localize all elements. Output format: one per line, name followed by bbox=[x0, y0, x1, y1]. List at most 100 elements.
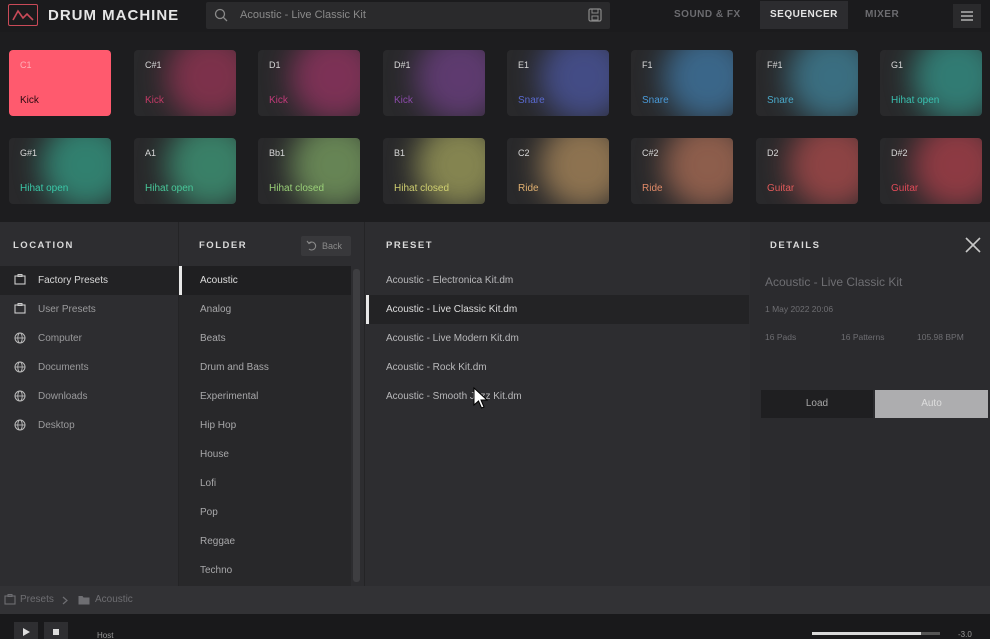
search-icon bbox=[214, 8, 228, 22]
pad-sound-name: Hihat open bbox=[20, 183, 69, 194]
details-header: DETAILS bbox=[770, 240, 821, 251]
pad[interactable]: C#1 Kick bbox=[134, 50, 236, 116]
folder-item[interactable]: Hip Hop bbox=[179, 411, 351, 440]
pad-glow bbox=[41, 138, 111, 204]
pad-sound-name: Hihat closed bbox=[269, 183, 325, 194]
folder-item[interactable]: Techno bbox=[179, 556, 351, 585]
pad-glow bbox=[290, 138, 360, 204]
pad[interactable]: G1 Hihat open bbox=[880, 50, 982, 116]
search-input[interactable]: Acoustic - Live Classic Kit bbox=[240, 9, 366, 21]
tab-sequencer[interactable]: SEQUENCER bbox=[760, 1, 848, 29]
pad-note: C2 bbox=[518, 148, 530, 158]
folder-item[interactable]: Pop bbox=[179, 498, 351, 527]
breadcrumb-presets[interactable]: Presets bbox=[20, 594, 54, 605]
folder-item[interactable]: Acoustic bbox=[179, 266, 351, 295]
folder-item[interactable]: House bbox=[179, 440, 351, 469]
pad-sound-name: Kick bbox=[394, 95, 413, 106]
pad-glow bbox=[663, 50, 733, 116]
pad-sound-name: Guitar bbox=[767, 183, 795, 194]
pad-glow bbox=[788, 50, 858, 116]
close-icon[interactable] bbox=[964, 236, 982, 254]
load-button[interactable]: Load bbox=[761, 390, 873, 418]
pad-sound-name: Hihat open bbox=[145, 183, 194, 194]
pad[interactable]: D#1 Kick bbox=[383, 50, 485, 116]
details-date: 1 May 2022 20:06 bbox=[765, 304, 834, 314]
preset-label: Acoustic - Electronica Kit.dm bbox=[386, 275, 514, 286]
preset-item[interactable]: Acoustic - Live Classic Kit.dm bbox=[366, 295, 749, 324]
pad[interactable]: B1 Hihat closed bbox=[383, 138, 485, 204]
auto-button[interactable]: Auto bbox=[875, 390, 988, 418]
back-button[interactable]: Back bbox=[301, 236, 351, 256]
factory-presets-icon bbox=[14, 274, 26, 285]
pad[interactable]: D2 Guitar bbox=[756, 138, 858, 204]
folder-label: Reggae bbox=[200, 536, 236, 547]
pad-note: F1 bbox=[642, 60, 653, 70]
pad-sound-name: Guitar bbox=[891, 183, 919, 194]
location-item[interactable]: User Presets bbox=[0, 295, 178, 324]
tab-sound-fx[interactable]: SOUND & FX bbox=[674, 9, 741, 20]
save-icon[interactable] bbox=[588, 8, 602, 22]
pad[interactable]: C#2 Ride bbox=[631, 138, 733, 204]
location-item[interactable]: Desktop bbox=[0, 411, 178, 440]
folder-label: Drum and Bass bbox=[200, 362, 269, 373]
preset-item[interactable]: Acoustic - Rock Kit.dm bbox=[366, 353, 749, 382]
volume-slider[interactable] bbox=[812, 632, 940, 635]
pad-sound-name: Snare bbox=[642, 95, 669, 106]
pad-glow bbox=[415, 138, 485, 204]
host-label[interactable]: Host bbox=[97, 631, 113, 639]
folder-item[interactable]: Lofi bbox=[179, 469, 351, 498]
pad-glow bbox=[539, 50, 609, 116]
pad[interactable]: F1 Snare bbox=[631, 50, 733, 116]
folder-item[interactable]: Analog bbox=[179, 295, 351, 324]
play-button[interactable] bbox=[14, 622, 38, 639]
pad-sound-name: Kick bbox=[145, 95, 164, 106]
pad[interactable]: E1 Snare bbox=[507, 50, 609, 116]
preset-item[interactable]: Acoustic - Electronica Kit.dm bbox=[366, 266, 749, 295]
location-label: Desktop bbox=[38, 420, 75, 431]
pad-glow bbox=[290, 50, 360, 116]
folder-label: Analog bbox=[200, 304, 232, 315]
pad[interactable]: D#2 Guitar bbox=[880, 138, 982, 204]
location-item[interactable]: Computer bbox=[0, 324, 178, 353]
pad-sound-name: Kick bbox=[269, 95, 288, 106]
stop-button[interactable] bbox=[44, 622, 68, 639]
preset-label: Acoustic - Live Classic Kit.dm bbox=[386, 304, 518, 315]
preset-label: Acoustic - Rock Kit.dm bbox=[386, 362, 487, 373]
folder-item[interactable]: Beats bbox=[179, 324, 351, 353]
pad[interactable]: D1 Kick bbox=[258, 50, 360, 116]
folder-item[interactable]: Drum and Bass bbox=[179, 353, 351, 382]
pad[interactable]: G#1 Hihat open bbox=[9, 138, 111, 204]
top-bar: DRUM MACHINE Acoustic - Live Classic Kit… bbox=[0, 0, 990, 32]
location-item[interactable]: Downloads bbox=[0, 382, 178, 411]
location-label: Factory Presets bbox=[38, 275, 109, 286]
pad[interactable]: Bb1 Hihat closed bbox=[258, 138, 360, 204]
preset-item[interactable]: Acoustic - Smooth Jazz Kit.dm bbox=[366, 382, 749, 411]
pad-glow bbox=[415, 50, 485, 116]
pad[interactable]: A1 Hihat open bbox=[134, 138, 236, 204]
search-bar[interactable]: Acoustic - Live Classic Kit bbox=[206, 2, 610, 29]
pad[interactable]: C1 Kick bbox=[9, 50, 111, 116]
location-header: LOCATION bbox=[13, 240, 74, 251]
hamburger-menu-icon[interactable] bbox=[953, 4, 981, 28]
location-item[interactable]: Documents bbox=[0, 353, 178, 382]
breadcrumb-folder[interactable]: Acoustic bbox=[95, 594, 133, 605]
folder-scrollbar[interactable] bbox=[353, 269, 360, 582]
folder-label: Experimental bbox=[200, 391, 259, 402]
preset-label: Acoustic - Smooth Jazz Kit.dm bbox=[386, 391, 522, 402]
chevron-right-icon bbox=[62, 596, 68, 605]
globe-icon bbox=[14, 361, 26, 373]
divider bbox=[364, 222, 365, 586]
pad[interactable]: C2 Ride bbox=[507, 138, 609, 204]
volume-fill bbox=[812, 632, 921, 635]
folder-item[interactable]: Experimental bbox=[179, 382, 351, 411]
location-item[interactable]: Factory Presets bbox=[0, 266, 178, 295]
pad-sound-name: Snare bbox=[767, 95, 794, 106]
tab-mixer[interactable]: MIXER bbox=[865, 9, 899, 20]
pad[interactable]: F#1 Snare bbox=[756, 50, 858, 116]
details-pads: 16 Pads bbox=[765, 332, 797, 342]
folder-list: Acoustic Analog Beats Drum and Bass Experime… bbox=[179, 266, 351, 586]
preset-item[interactable]: Acoustic - Live Modern Kit.dm bbox=[366, 324, 749, 353]
folder-item[interactable]: Reggae bbox=[179, 527, 351, 556]
user-presets-icon bbox=[14, 303, 26, 314]
pad-glow bbox=[166, 138, 236, 204]
